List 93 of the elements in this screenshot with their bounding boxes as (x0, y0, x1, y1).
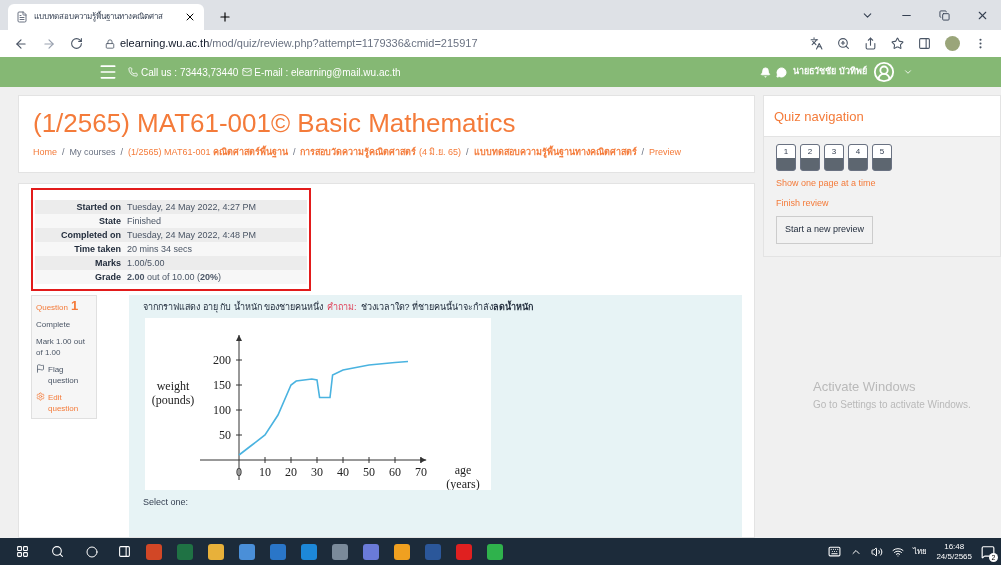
question-intro: จากกราฟแสดง อายุ กับ น้ำหนัก ของชายคนหนึ่ง (143, 300, 323, 314)
app-icon[interactable] (270, 543, 286, 560)
summary-label: Started on (75, 200, 122, 214)
select-prompt: Select one: (143, 496, 190, 509)
app-icon[interactable] (487, 543, 503, 560)
x-tick-label: 60 (389, 465, 401, 479)
x-tick-label: 50 (363, 465, 375, 479)
keyboard-icon[interactable] (828, 545, 842, 558)
windows-icon[interactable] (16, 545, 29, 558)
flag-link[interactable]: Flag question (48, 363, 92, 386)
y-tick-label: 100 (213, 403, 231, 417)
clock-date[interactable]: 24/5/2565 (936, 551, 972, 562)
profile-avatar[interactable] (945, 36, 960, 51)
question-nav-button[interactable]: 3 (824, 144, 844, 171)
x-tick-label: 70 (415, 465, 427, 479)
breadcrumb-separator: / (466, 146, 469, 159)
summary-label: Completed on (60, 228, 122, 242)
summary-value: 1.00/5.00 (127, 256, 165, 270)
close-icon[interactable] (184, 11, 196, 23)
question-nav-button[interactable]: 2 (800, 144, 820, 171)
reload-icon[interactable] (70, 37, 83, 50)
browser-tab[interactable]: แบบทดสอบความรู้พื้นฐานทางคณิตศาส (8, 4, 204, 30)
app-icon[interactable] (332, 543, 348, 560)
url-path: /mod/quiz/review.php?attempt=1179336&cmid=215917 (209, 36, 478, 52)
question-number: 1 (71, 299, 79, 311)
x-tick-label: 0 (236, 465, 242, 479)
star-icon[interactable] (891, 37, 904, 50)
search-icon[interactable] (51, 545, 64, 558)
summary-label: Marks (94, 256, 122, 270)
question-nav-button[interactable]: 5 (872, 144, 892, 171)
notification-icon[interactable] (981, 544, 995, 559)
summary-value: 2.00 out of 10.00 (20%) (127, 270, 222, 284)
app-icon[interactable] (239, 543, 255, 560)
summary-value: Tuesday, 24 May 2022, 4:48 PM (127, 228, 257, 242)
summary-value: 20 mins 34 secs (127, 242, 193, 256)
language-indicator[interactable]: ไทย (913, 545, 928, 558)
summary-label: State (98, 214, 122, 228)
question-label: คำถาม: (327, 300, 357, 314)
start-preview-button[interactable]: Start a new preview (776, 216, 874, 244)
gear-icon (36, 391, 45, 401)
app-icon[interactable] (301, 543, 317, 560)
question-nav-button[interactable]: 4 (848, 144, 868, 171)
cortana-icon[interactable] (86, 545, 98, 558)
x-tick-label: 40 (337, 465, 349, 479)
app-icon[interactable] (363, 543, 379, 560)
question-nav-button[interactable]: 1 (776, 144, 796, 171)
x-axis-title: age (years) (446, 463, 480, 490)
speaker-icon[interactable] (871, 545, 884, 558)
breadcrumb-separator: / (292, 146, 296, 159)
app-icon[interactable] (146, 543, 162, 560)
y-tick-label: 200 (213, 353, 231, 367)
summary-label: Time taken (73, 242, 122, 256)
app-icon[interactable] (394, 543, 410, 560)
y-tick-label: 50 (219, 428, 231, 442)
x-tick-label: 10 (259, 465, 271, 479)
breadcrumb-separator: / (62, 146, 65, 159)
y-tick-label: 150 (213, 378, 231, 392)
new-tab-icon[interactable] (218, 10, 232, 24)
panel-icon[interactable] (918, 37, 931, 50)
breadcrumb-text: My courses (69, 146, 116, 159)
flag-icon (36, 363, 45, 373)
phone-text: Call us : 73443,73440 (141, 65, 239, 80)
summary-value: Finished (127, 214, 162, 228)
phone-icon (128, 67, 138, 77)
x-tick-label: 20 (285, 465, 297, 479)
status-text: Complete (36, 318, 72, 330)
share-icon[interactable] (864, 37, 877, 50)
summary-value: Tuesday, 24 May 2022, 4:27 PM (127, 200, 257, 214)
question-text: ช่วงเวลาใด? ที่ชายคนนี้น่าจะกำลังลดน้ำหนัก (360, 300, 534, 314)
restore-icon[interactable] (939, 10, 950, 21)
tab-title: แบบทดสอบความรู้พื้นฐานทางคณิตศาส (34, 11, 164, 23)
close-icon[interactable] (976, 9, 989, 22)
y-axis-title: weight (pounds) (151, 379, 195, 407)
lock-icon (105, 38, 115, 49)
zoom-icon[interactable] (837, 37, 850, 50)
back-icon[interactable] (14, 36, 28, 51)
mark-text: Mark 1.00 out of 1.00 (36, 335, 86, 358)
translate-icon[interactable] (810, 37, 823, 50)
url-host: elearning.wu.ac.th (120, 36, 210, 52)
question-word: Question (36, 301, 69, 313)
summary-label: Grade (94, 270, 122, 284)
clock-time[interactable]: 16:48 (944, 541, 965, 552)
breadcrumb-separator: / (641, 146, 644, 159)
app-icon[interactable] (208, 543, 224, 560)
quiz-nav-title: Quiz navigation (774, 109, 864, 124)
x-tick-label: 30 (311, 465, 323, 479)
network-icon[interactable] (892, 545, 905, 558)
course-title: (1/2565) MAT61-001© Basic Mathematics (33, 107, 517, 140)
breadcrumb-separator: / (120, 146, 124, 159)
page-icon (16, 11, 28, 23)
task-view-icon[interactable] (118, 545, 131, 558)
mail-icon (242, 67, 253, 77)
email-text: E-mail : elearning@mail.wu.ac.th (254, 65, 401, 80)
